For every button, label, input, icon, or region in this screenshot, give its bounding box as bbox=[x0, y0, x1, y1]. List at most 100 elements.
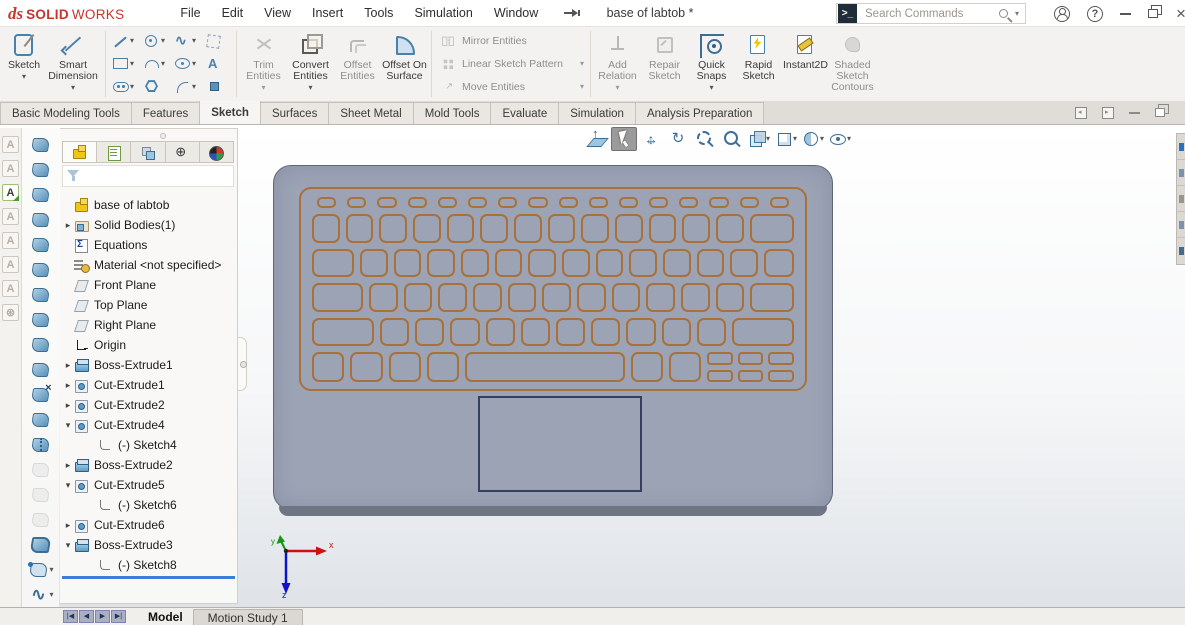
key-outline[interactable] bbox=[768, 369, 794, 382]
tree-item-solid-bodies-1[interactable]: ▸ Solid Bodies(1) bbox=[62, 215, 235, 235]
restore-button[interactable] bbox=[1148, 5, 1162, 18]
pan-button[interactable] bbox=[638, 127, 664, 151]
minimize-button[interactable] bbox=[1120, 12, 1131, 15]
laptop-base-model[interactable] bbox=[273, 165, 833, 516]
zoom-area-button[interactable] bbox=[719, 127, 745, 151]
sketch-tool-ellipse[interactable]: ▾ bbox=[171, 56, 202, 71]
tab-evaluate[interactable]: Evaluate bbox=[490, 102, 560, 124]
tree-item-right-plane[interactable]: Right Plane bbox=[62, 315, 235, 335]
text-format-3-button[interactable]: A bbox=[2, 208, 19, 225]
key-outline[interactable] bbox=[528, 197, 548, 208]
untrim-surface-button[interactable] bbox=[30, 457, 52, 482]
displaymanager-tab[interactable] bbox=[200, 142, 233, 162]
knit-surface-button[interactable] bbox=[30, 432, 52, 457]
key-outline[interactable] bbox=[350, 352, 383, 382]
key-outline[interactable] bbox=[480, 214, 509, 243]
expand-arrow-icon[interactable]: ▸ bbox=[62, 220, 74, 231]
tree-scroll-button[interactable]: ▶ bbox=[95, 610, 110, 623]
quick-snaps-button[interactable]: Quick Snaps ▾ bbox=[688, 27, 735, 101]
view-orientation-button[interactable]: ▾ bbox=[746, 127, 772, 151]
panel-splitter[interactable] bbox=[238, 337, 247, 391]
sketch-tool-text[interactable] bbox=[202, 56, 233, 71]
tree-item-material-not-specified[interactable]: Material <not specified> bbox=[62, 255, 235, 275]
featuremanager-tab[interactable] bbox=[63, 142, 98, 162]
key-outline[interactable] bbox=[520, 317, 550, 346]
sketch-button[interactable]: Sketch ▾ bbox=[4, 27, 44, 101]
propertymanager-tab[interactable] bbox=[97, 142, 132, 162]
key-outline[interactable] bbox=[446, 214, 475, 243]
key-outline[interactable] bbox=[558, 197, 578, 208]
key-outline[interactable] bbox=[312, 248, 354, 277]
swept-surface-button[interactable] bbox=[30, 182, 52, 207]
tree-scroll-button[interactable]: ▶| bbox=[111, 610, 126, 623]
replace-face-button[interactable] bbox=[30, 407, 52, 432]
key-outline[interactable] bbox=[662, 248, 691, 277]
delete-face-button[interactable] bbox=[30, 382, 51, 407]
document-restore-icon[interactable] bbox=[1155, 104, 1169, 117]
key-outline[interactable] bbox=[696, 317, 726, 346]
sketch-tool-slot[interactable]: ▾ bbox=[109, 79, 140, 94]
expand-arrow-icon[interactable]: ▸ bbox=[62, 460, 74, 471]
key-outline[interactable] bbox=[709, 197, 729, 208]
dropdown-caret-icon[interactable]: ▾ bbox=[71, 84, 75, 92]
key-outline[interactable] bbox=[696, 248, 725, 277]
normal-to-button[interactable] bbox=[584, 126, 610, 151]
expand-arrow-icon[interactable]: ▾ bbox=[62, 480, 74, 491]
collapse-panel-icon[interactable] bbox=[1075, 106, 1087, 119]
boundary-surface-button[interactable] bbox=[30, 232, 52, 257]
key-outline[interactable] bbox=[577, 283, 606, 312]
tree-item-origin[interactable]: Origin bbox=[62, 335, 235, 355]
key-outline[interactable] bbox=[618, 197, 639, 208]
tree-scroll-button[interactable]: |◀ bbox=[63, 610, 78, 623]
expand-arrow-icon[interactable]: ▸ bbox=[62, 360, 74, 371]
spell-checker-button[interactable]: A bbox=[2, 184, 19, 201]
account-icon[interactable] bbox=[1054, 5, 1070, 22]
expand-arrow-icon[interactable]: ▸ bbox=[62, 400, 74, 411]
menu-file[interactable]: File bbox=[180, 6, 200, 20]
document-minimize-icon[interactable] bbox=[1129, 111, 1140, 114]
key-outline[interactable] bbox=[737, 352, 764, 365]
tab-features[interactable]: Features bbox=[130, 102, 201, 124]
key-outline[interactable] bbox=[739, 197, 759, 208]
curves-button[interactable]: ▾ bbox=[27, 582, 53, 607]
key-outline[interactable] bbox=[715, 283, 745, 312]
expand-arrow-icon[interactable]: ▸ bbox=[62, 520, 74, 531]
sketch-tool-arc[interactable]: ▾ bbox=[140, 56, 171, 71]
menu-tools[interactable]: Tools bbox=[364, 6, 393, 20]
key-outline[interactable] bbox=[393, 248, 422, 277]
key-outline[interactable] bbox=[494, 248, 523, 277]
reference-geometry-button[interactable]: ▾ bbox=[27, 557, 54, 582]
sketch-tool-polygon[interactable] bbox=[140, 79, 171, 94]
instant2d-button[interactable]: Instant2D bbox=[782, 27, 829, 101]
key-outline[interactable] bbox=[581, 214, 610, 243]
touchpad-sketch[interactable] bbox=[478, 396, 642, 492]
tree-filter[interactable] bbox=[62, 165, 234, 187]
menu-view[interactable]: View bbox=[264, 6, 291, 20]
tree-item-cut-extrude5[interactable]: ▾ Cut-Extrude5 bbox=[62, 475, 235, 495]
key-outline[interactable] bbox=[730, 248, 758, 277]
graphics-area[interactable]: ▾▾▾▾ x y z AAAAAAA⊛ ▾▾ base of labtob▸So… bbox=[0, 125, 1185, 607]
expand-arrow-icon[interactable]: ▾ bbox=[62, 540, 74, 551]
extend-surface-button[interactable] bbox=[30, 482, 52, 507]
tree-item-sketch6[interactable]: (-) Sketch6 bbox=[62, 495, 235, 515]
text-format-4-button[interactable]: A bbox=[2, 232, 19, 249]
flatten-surface-button[interactable] bbox=[30, 357, 52, 382]
filled-surface-button[interactable] bbox=[30, 257, 52, 282]
key-outline[interactable] bbox=[403, 283, 433, 312]
key-outline[interactable] bbox=[769, 197, 789, 208]
tab-motion-study[interactable]: Motion Study 1 bbox=[192, 609, 303, 625]
configurationmanager-tab[interactable] bbox=[131, 142, 166, 162]
key-outline[interactable] bbox=[377, 197, 397, 208]
text-format-2-button[interactable]: A bbox=[2, 160, 19, 177]
key-outline[interactable] bbox=[312, 317, 374, 346]
offset-on-surface-button[interactable]: Offset On Surface bbox=[381, 27, 428, 101]
expand-arrow-icon[interactable]: ▾ bbox=[62, 420, 74, 431]
task-pane-tab-1[interactable] bbox=[1177, 134, 1185, 160]
key-outline[interactable] bbox=[547, 214, 576, 243]
keyboard-sketch[interactable] bbox=[299, 187, 807, 391]
key-outline[interactable] bbox=[312, 283, 363, 312]
planar-surface-button[interactable] bbox=[30, 282, 52, 307]
key-outline[interactable] bbox=[561, 248, 590, 277]
sketch-tool-circle[interactable]: ▾ bbox=[140, 34, 171, 49]
task-pane-tab-4[interactable] bbox=[1177, 212, 1185, 238]
